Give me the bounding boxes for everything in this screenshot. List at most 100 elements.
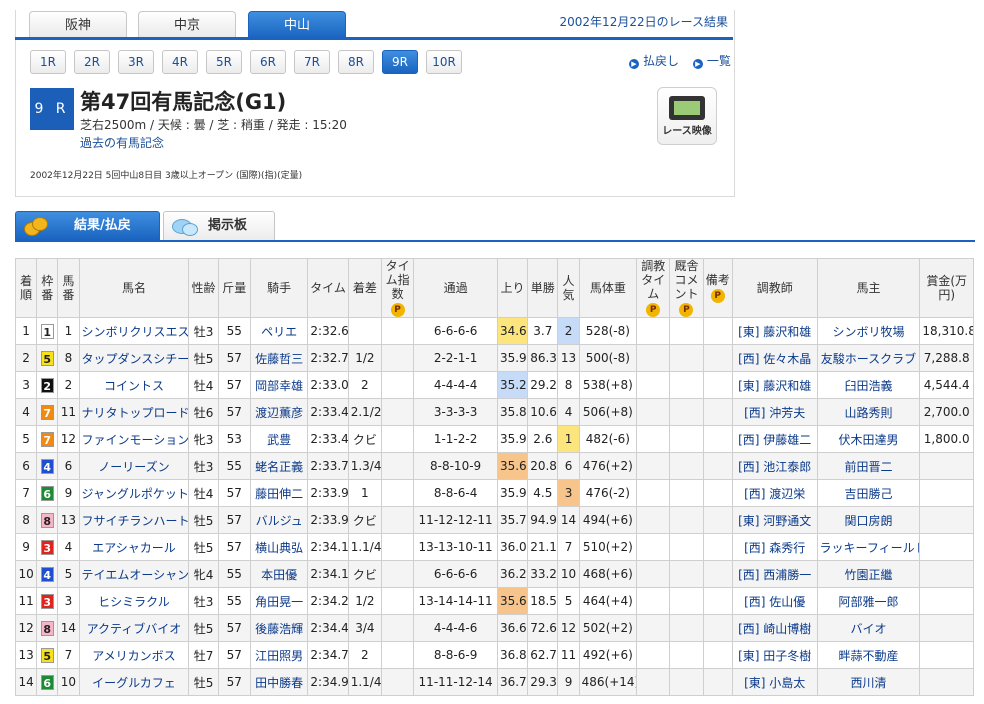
- owner-link[interactable]: 関口房朗: [816, 506, 921, 534]
- umaban-cell: 12: [57, 425, 80, 453]
- payout-link[interactable]: ▶ 払戻し: [629, 54, 679, 69]
- trainer-link[interactable]: [西] 森秀行: [731, 533, 818, 561]
- horse-name-link[interactable]: タップダンスシチー: [78, 344, 190, 372]
- list-link[interactable]: ▶ 一覧: [692, 54, 731, 69]
- horse-name-link[interactable]: エアシャカール: [78, 533, 190, 561]
- jockey-link[interactable]: 蛯名正義: [249, 452, 309, 480]
- race-button-7r[interactable]: 7R: [294, 50, 330, 74]
- owner-link[interactable]: 吉田勝己: [816, 479, 921, 507]
- owner-link[interactable]: ラッキーフィールド: [816, 533, 921, 561]
- header-remarks[interactable]: 備考 P: [702, 258, 733, 318]
- horse-name-link[interactable]: アメリカンボス: [78, 641, 190, 669]
- owner-link[interactable]: 伏木田達男: [816, 425, 921, 453]
- race-button-6r[interactable]: 6R: [250, 50, 286, 74]
- venue-tab-hanshin[interactable]: 阪神: [29, 11, 127, 38]
- trainer-link[interactable]: [西] 伊藤雄二: [731, 425, 818, 453]
- rank-cell: 8: [14, 506, 38, 534]
- race-button-9r[interactable]: 9R: [382, 50, 418, 74]
- owner-link[interactable]: バイオ: [816, 614, 921, 642]
- owner-link[interactable]: 友駿ホースクラブ: [816, 344, 921, 372]
- prize-cell: 4,544.4: [919, 371, 974, 399]
- owner-link[interactable]: 阿部雅一郎: [816, 587, 921, 615]
- race-button-1r[interactable]: 1R: [30, 50, 66, 74]
- race-button-3r[interactable]: 3R: [118, 50, 154, 74]
- waku-cell: 6: [36, 668, 59, 696]
- weight-cell: 57: [217, 371, 251, 399]
- trainer-link[interactable]: [西] 渡辺栄: [731, 479, 818, 507]
- venue-tab-chukyo[interactable]: 中京: [138, 11, 236, 38]
- owner-link[interactable]: 前田晋二: [816, 452, 921, 480]
- owner-link[interactable]: 西川清: [816, 668, 921, 696]
- owner-link[interactable]: 山路秀則: [816, 398, 921, 426]
- horse-name-link[interactable]: テイエムオーシャン: [78, 560, 190, 588]
- race-button-8r[interactable]: 8R: [338, 50, 374, 74]
- horse-name-link[interactable]: フサイチランハート: [78, 506, 190, 534]
- trainer-link[interactable]: [東] 田子冬樹: [731, 641, 818, 669]
- horse-name-link[interactable]: ジャングルポケット: [78, 479, 190, 507]
- jockey-link[interactable]: 岡部幸雄: [249, 371, 309, 399]
- race-video-button[interactable]: レース映像: [657, 87, 717, 145]
- jockey-link[interactable]: 後藤浩輝: [249, 614, 309, 642]
- trainer-link[interactable]: [西] 池江泰郎: [731, 452, 818, 480]
- trainer-link[interactable]: [西] 崎山博樹: [731, 614, 818, 642]
- time-cell: 2:34.1: [307, 533, 349, 561]
- owner-link[interactable]: 竹園正繼: [816, 560, 921, 588]
- race-button-10r[interactable]: 10R: [426, 50, 462, 74]
- header-rank[interactable]: 着順: [14, 258, 38, 318]
- trainer-link[interactable]: [東] 藤沢和雄: [731, 317, 818, 345]
- header-stable-comment[interactable]: 厩舎コメント P: [669, 258, 704, 318]
- odds-cell: 4.5: [527, 479, 559, 507]
- trainer-link[interactable]: [西] 沖芳夫: [731, 398, 818, 426]
- horse-name-link[interactable]: ヒシミラクル: [78, 587, 190, 615]
- horse-name-link[interactable]: ナリタトップロード: [78, 398, 190, 426]
- tab-board[interactable]: 掲示板: [163, 211, 275, 240]
- trainer-link[interactable]: [西] 佐山優: [731, 587, 818, 615]
- horse-name-link[interactable]: アクティブバイオ: [78, 614, 190, 642]
- margin-cell: 1: [347, 479, 382, 507]
- tab-results[interactable]: 結果/払戻: [15, 211, 160, 240]
- horse-name-link[interactable]: ファインモーション: [78, 425, 190, 453]
- jockey-link[interactable]: 本田優: [249, 560, 309, 588]
- trainer-link[interactable]: [東] 藤沢和雄: [731, 371, 818, 399]
- trainer-link[interactable]: [東] 河野通文: [731, 506, 818, 534]
- popularity-cell: 3: [557, 479, 580, 507]
- owner-link[interactable]: シンボリ牧場: [816, 317, 921, 345]
- owner-link[interactable]: 畔蒜不動産: [816, 641, 921, 669]
- popularity-cell: 12: [557, 614, 580, 642]
- trainer-link[interactable]: [東] 小島太: [731, 668, 818, 696]
- jockey-link[interactable]: 武豊: [249, 425, 309, 453]
- jockey-link[interactable]: 田中勝春: [249, 668, 309, 696]
- jockey-link[interactable]: 渡辺薫彦: [249, 398, 309, 426]
- header-training-time[interactable]: 調教タイム P: [636, 258, 671, 318]
- waku-cell: 4: [36, 452, 59, 480]
- jockey-link[interactable]: 佐藤哲三: [249, 344, 309, 372]
- horse-name-link[interactable]: コイントス: [78, 371, 190, 399]
- header-umaban[interactable]: 馬番: [57, 258, 80, 318]
- jockey-link[interactable]: 横山典弘: [249, 533, 309, 561]
- race-button-2r[interactable]: 2R: [74, 50, 110, 74]
- header-time-index[interactable]: タイム指数 P: [380, 258, 415, 318]
- trainer-link[interactable]: [西] 西浦勝一: [731, 560, 818, 588]
- header-waku[interactable]: 枠番: [36, 258, 59, 318]
- umaban-cell: 1: [57, 317, 80, 345]
- horse-name-link[interactable]: シンボリクリスエス: [78, 317, 190, 345]
- passing-cell: 13-14-14-11: [413, 587, 498, 615]
- past-race-link[interactable]: 過去の有馬記念: [80, 134, 164, 151]
- venue-tab-nakayama[interactable]: 中山: [248, 11, 346, 38]
- trainer-link[interactable]: [西] 佐々木晶: [731, 344, 818, 372]
- jockey-link[interactable]: 角田晃一: [249, 587, 309, 615]
- time-cell: 2:34.7: [307, 641, 349, 669]
- race-button-5r[interactable]: 5R: [206, 50, 242, 74]
- rank-cell: 2: [14, 344, 38, 372]
- horse-name-link[interactable]: ノーリーズン: [78, 452, 190, 480]
- jockey-link[interactable]: 江田照男: [249, 641, 309, 669]
- sex-age-cell: 牡6: [188, 398, 219, 426]
- horse-name-link[interactable]: イーグルカフェ: [78, 668, 190, 696]
- jockey-link[interactable]: ペリエ: [249, 317, 309, 345]
- race-button-4r[interactable]: 4R: [162, 50, 198, 74]
- jockey-link[interactable]: バルジュ: [249, 506, 309, 534]
- margin-cell: [347, 317, 382, 345]
- film-icon: [669, 96, 705, 120]
- owner-link[interactable]: 臼田浩義: [816, 371, 921, 399]
- jockey-link[interactable]: 藤田伸二: [249, 479, 309, 507]
